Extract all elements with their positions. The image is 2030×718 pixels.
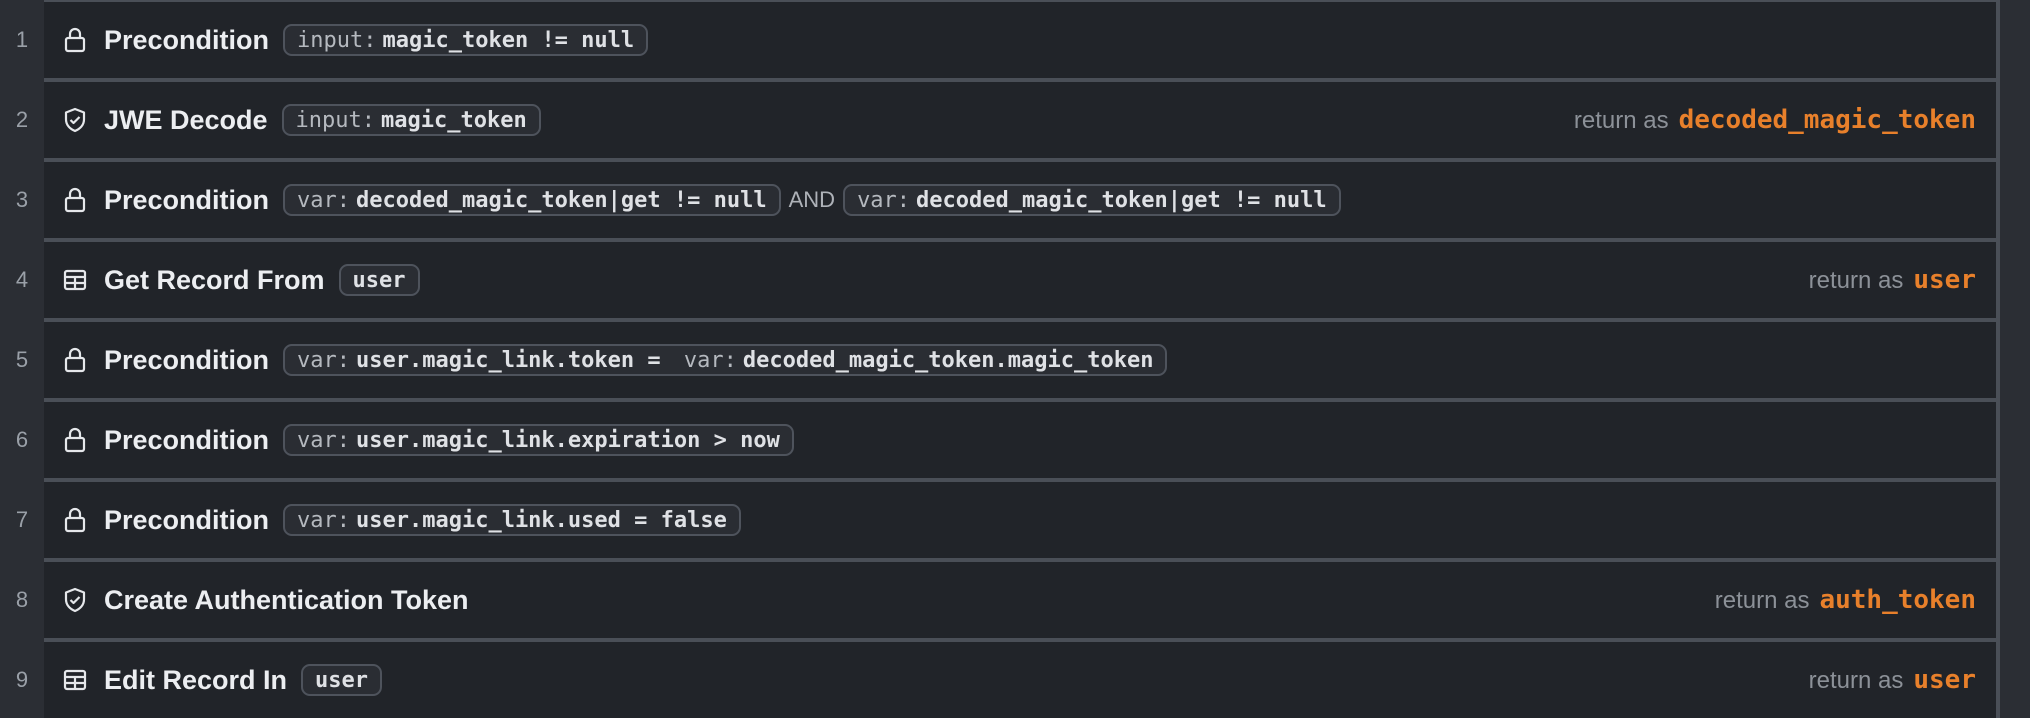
return-variable[interactable]: decoded_magic_token	[1679, 105, 1976, 135]
expression-value: user.magic_link.used = false	[356, 507, 727, 533]
step-title: Get Record From	[104, 264, 325, 295]
step-row[interactable]: 1 Precondition input: magic_token != null	[16, 2, 1996, 78]
expression-prefix: var:	[857, 187, 911, 213]
table-icon	[62, 267, 88, 293]
shield-check-icon	[62, 107, 88, 133]
step-row[interactable]: 5 Precondition var: user.magic_link.token =…	[16, 322, 1996, 398]
step-title: JWE Decode	[104, 104, 268, 135]
expression-value: user.magic_link.expiration > now	[356, 427, 780, 453]
expression-value: magic_token != null	[382, 27, 635, 53]
step-row[interactable]: 4 Get Record From user return as user	[16, 242, 1996, 318]
step-title: Edit Record In	[104, 664, 288, 695]
expression-value: decoded_magic_token|get != null	[356, 187, 767, 213]
step-row[interactable]: 2 JWE Decode input: magic_token return as dec…	[16, 82, 1996, 158]
step-title: Precondition	[104, 24, 270, 55]
expression-prefix: input:	[297, 27, 377, 53]
lock-icon	[62, 427, 88, 453]
table-icon	[62, 667, 88, 693]
step-title: Precondition	[104, 424, 270, 455]
step-title: Precondition	[104, 344, 270, 375]
expression-value: magic_token	[381, 107, 527, 133]
step-row[interactable]: 3 Precondition var: decoded_magic_token|get…	[16, 162, 1996, 238]
return-as: return as decoded_magic_token	[1574, 105, 1976, 135]
expression-value: decoded_magic_token.magic_token	[742, 347, 1154, 373]
lock-icon	[62, 347, 88, 373]
expression-value: user	[315, 667, 368, 693]
line-number: 7	[15, 507, 29, 532]
step-row[interactable]: 6 Precondition var: user.magic_link.expirat…	[16, 402, 1996, 478]
expression-value: user	[352, 267, 406, 293]
expression-prefix: input:	[295, 107, 376, 133]
line-number: 2	[15, 107, 29, 132]
return-as: return as user	[1809, 265, 1976, 295]
expression-prefix: var:	[297, 187, 350, 213]
step-row[interactable]: 7 Precondition var: user.magic_link.used = …	[16, 482, 1996, 558]
expression-prefix: var:	[297, 427, 350, 453]
shield-check-icon	[62, 587, 88, 613]
return-label: return as	[1714, 587, 1810, 614]
step-title: Create Authentication Token	[104, 584, 469, 615]
line-number: 4	[15, 267, 29, 292]
return-label: return as	[1808, 267, 1904, 294]
return-variable[interactable]: auth_token	[1819, 585, 1976, 615]
and-operator: AND	[788, 187, 836, 212]
expression-pill[interactable]: input: magic_token != null	[283, 24, 649, 56]
expression-pill[interactable]: var: user.magic_link.token = var: decoded_…	[283, 344, 1168, 376]
line-number: 9	[15, 667, 29, 692]
line-number: 3	[15, 187, 29, 212]
expression-pill[interactable]: var: user.magic_link.expiration > now	[283, 424, 794, 456]
line-number: 8	[15, 587, 29, 612]
expression-value: user.magic_link.token =	[356, 347, 674, 373]
lock-icon	[62, 187, 88, 213]
step-row[interactable]: 8 Create Authentication Token return as aut…	[16, 562, 1996, 638]
return-as: return as auth_token	[1715, 585, 1976, 615]
lock-icon	[62, 507, 88, 533]
expression-prefix: var:	[683, 347, 737, 373]
expression-pill[interactable]: user	[338, 264, 420, 296]
expression-pill[interactable]: user	[301, 664, 382, 696]
expression-value: decoded_magic_token|get != null	[916, 187, 1327, 213]
expression-pill[interactable]: var: user.magic_link.used = false	[283, 504, 741, 536]
return-label: return as	[1808, 667, 1904, 694]
line-number: 6	[15, 427, 29, 452]
return-variable[interactable]: user	[1913, 265, 1976, 295]
return-variable[interactable]: user	[1913, 665, 1976, 695]
return-label: return as	[1573, 107, 1669, 134]
expression-pill[interactable]: input: magic_token	[281, 104, 541, 136]
step-title: Precondition	[104, 184, 270, 215]
expression-prefix: var:	[297, 507, 350, 533]
return-as: return as user	[1809, 665, 1976, 695]
step-title: Precondition	[104, 504, 270, 535]
expression-pill[interactable]: var: decoded_magic_token|get != null	[843, 184, 1341, 216]
expression-pill[interactable]: var: decoded_magic_token|get != null	[283, 184, 781, 216]
function-stack-list: 1 Precondition input: magic_token != null 2 J…	[16, 0, 2000, 718]
lock-icon	[62, 27, 88, 53]
line-number: 1	[15, 27, 29, 52]
expression-prefix: var:	[297, 347, 350, 373]
line-number: 5	[15, 347, 29, 372]
step-row[interactable]: 9 Edit Record In user return as user	[16, 642, 1996, 718]
